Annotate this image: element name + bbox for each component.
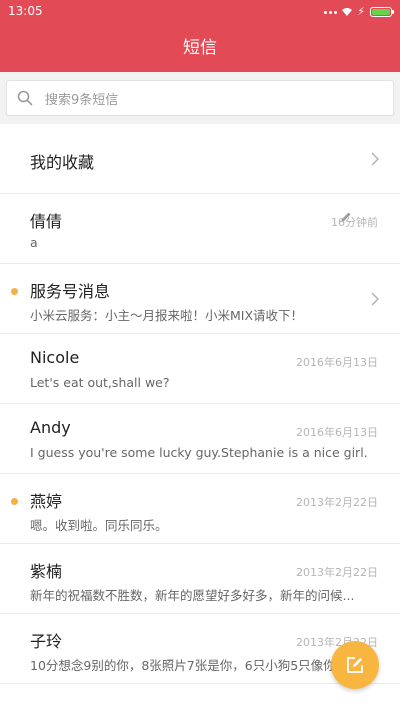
conversation-row[interactable]: 紫楠 新年的祝福数不胜数，新年的愿望好多好多，新年的问候... 2013年2月2… <box>0 544 400 614</box>
more-dots-icon <box>324 10 338 14</box>
charging-icon: ⚡ <box>357 5 365 18</box>
favorites-label: 我的收藏 <box>30 153 95 172</box>
message-preview: 小米云服务：小主～月报来啦！小米MIX请收下！ <box>30 308 304 323</box>
battery-icon <box>370 7 394 17</box>
unread-dot <box>11 498 18 505</box>
chevron-right-icon <box>371 292 379 306</box>
page-title: 短信 <box>183 38 217 58</box>
message-preview: I guess you're some lucky guy.Stephanie … <box>30 445 368 460</box>
app-bar: 短信 <box>0 24 400 72</box>
contact-name: Nicole <box>30 348 80 367</box>
contact-name: Andy <box>30 418 71 437</box>
message-time: 2016年6月13日 <box>296 426 378 439</box>
message-preview: 嗯。收到啦。同乐同乐。 <box>30 518 168 533</box>
message-preview: 新年的祝福数不胜数，新年的愿望好多好多，新年的问候... <box>30 588 355 603</box>
message-time: 2013年2月22日 <box>296 496 378 509</box>
compose-button[interactable] <box>331 641 379 689</box>
message-time: 2016年6月13日 <box>296 356 378 369</box>
conversation-row[interactable]: 燕婷 嗯。收到啦。同乐同乐。 2013年2月22日 <box>0 474 400 544</box>
compose-icon <box>347 657 363 673</box>
message-preview: a <box>30 235 38 250</box>
conversation-row[interactable]: 倩倩 a 16分钟前 <box>0 194 400 264</box>
contact-name: 倩倩 <box>30 212 63 231</box>
contact-name: 燕婷 <box>30 492 63 511</box>
conversation-row[interactable]: Andy I guess you're some lucky guy.Steph… <box>0 404 400 474</box>
contact-name: 子玲 <box>30 632 63 651</box>
status-time: 13:05 <box>8 4 43 18</box>
search-icon <box>17 90 33 106</box>
message-time: 2013年2月22日 <box>296 566 378 579</box>
search-box[interactable] <box>6 80 394 116</box>
conversation-list: 我的收藏 倩倩 a 16分钟前 服务号消息 小米云服务：小主～月报来啦！小米MI… <box>0 124 400 684</box>
message-time: 16分钟前 <box>331 216 378 229</box>
search-input[interactable] <box>43 87 377 113</box>
unread-dot <box>11 288 18 295</box>
favorites-row[interactable]: 我的收藏 <box>0 124 400 194</box>
message-preview: Let's eat out,shall we? <box>30 375 170 390</box>
chevron-right-icon <box>371 152 379 166</box>
conversation-row[interactable]: Nicole Let's eat out,shall we? 2016年6月13… <box>0 334 400 404</box>
status-icons: ⚡ <box>324 5 394 19</box>
wifi-icon <box>342 8 353 16</box>
message-preview: 10分想念9别的你，8张照片7张是你，6只小狗5只像你 <box>30 658 336 673</box>
status-bar: 13:05 ⚡ <box>0 0 400 24</box>
search-bar <box>0 72 400 124</box>
contact-name: 紫楠 <box>30 562 63 581</box>
conversation-row[interactable]: 服务号消息 小米云服务：小主～月报来啦！小米MIX请收下！ <box>0 264 400 334</box>
contact-name: 服务号消息 <box>30 282 111 301</box>
